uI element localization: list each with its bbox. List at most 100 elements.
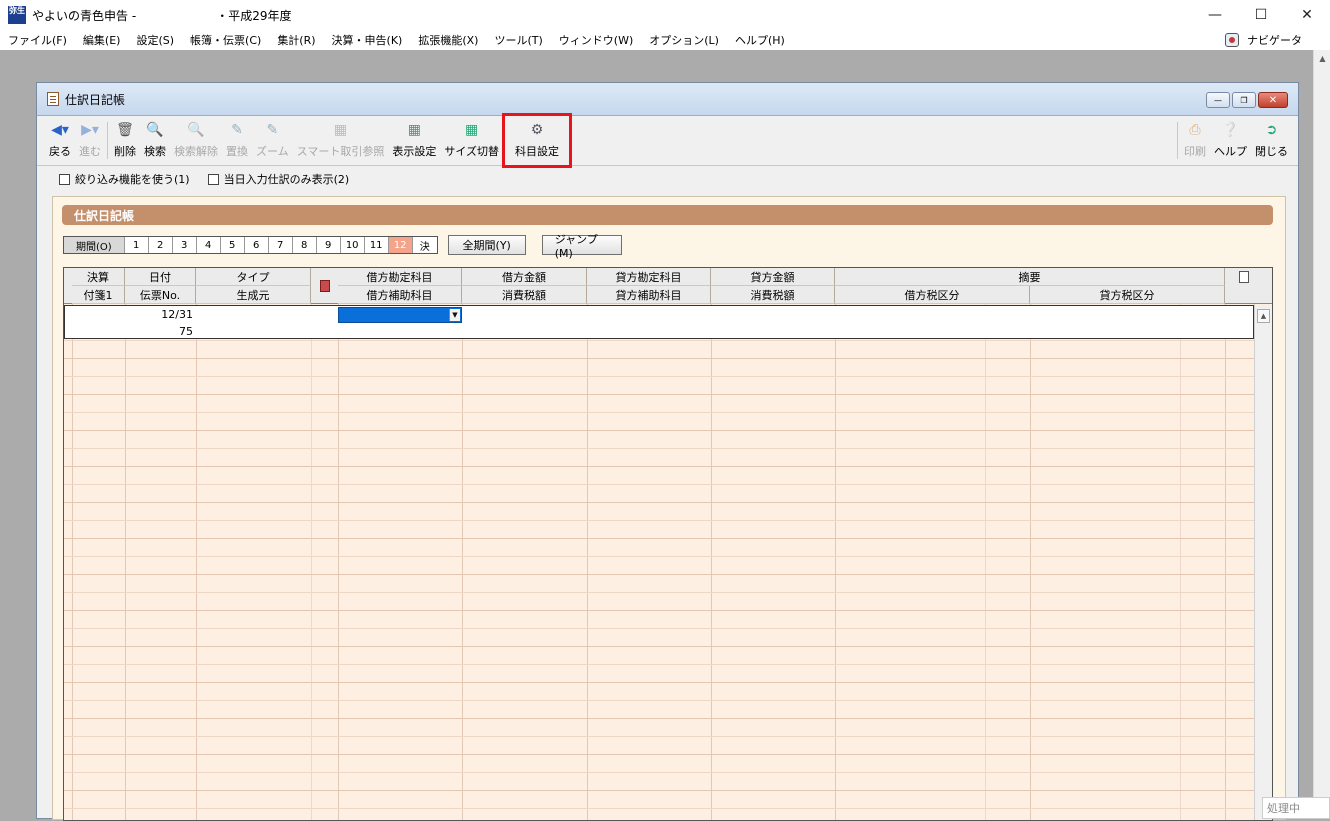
journal-restore-button[interactable]: ❐ xyxy=(1232,92,1256,108)
grid-row-line xyxy=(64,466,1254,467)
size-toggle-button[interactable]: ▦ サイズ切替 xyxy=(440,116,503,165)
journal-window-title: 仕訳日記帳 xyxy=(65,92,126,107)
navigator-button[interactable]: ナビゲータ xyxy=(1225,31,1302,49)
window-title: やよいの青色申告 - ・平成29年度 xyxy=(32,8,292,23)
period-closing[interactable]: 決 xyxy=(413,237,437,253)
minimize-button[interactable]: — xyxy=(1192,0,1238,30)
all-period-button[interactable]: 全期間(Y) xyxy=(447,235,526,255)
close-journal-button[interactable]: ➲ 閉じる xyxy=(1251,116,1292,165)
navigator-icon xyxy=(1225,33,1239,47)
menu-tools[interactable]: ツール(T) xyxy=(486,32,550,48)
back-button[interactable]: ◀▾ 戻る xyxy=(45,116,75,165)
grid-row-line xyxy=(64,358,1254,359)
grid-column-line xyxy=(1030,304,1031,820)
help-button[interactable]: ❔ ヘルプ xyxy=(1210,116,1251,165)
journal-title-bar: 仕訳日記帳 — ❐ ✕ xyxy=(37,83,1298,116)
print-button[interactable]: ⎙ 印刷 xyxy=(1180,116,1210,165)
status-indicator: 処理中 xyxy=(1262,797,1330,819)
period-8[interactable]: 8 xyxy=(293,237,317,253)
header-date: 日付 xyxy=(125,268,196,286)
smart-transaction-button[interactable]: ▦ スマート取引参照 xyxy=(293,116,389,165)
grid-row-line xyxy=(64,430,1254,431)
account-settings-button[interactable]: ⚙ 科目設定 xyxy=(502,113,573,168)
account-settings-icon: ⚙ xyxy=(530,122,544,138)
filter-checkbox[interactable]: 絞り込み機能を使う(1) xyxy=(59,171,190,187)
debit-account-dropdown[interactable]: ▼ xyxy=(338,307,462,323)
menu-extensions[interactable]: 拡張機能(X) xyxy=(410,32,486,48)
grid-row-line xyxy=(64,592,1254,593)
search-button[interactable]: 🔍 検索 xyxy=(140,116,170,165)
scroll-up-icon[interactable]: ▲ xyxy=(1257,309,1270,323)
journal-close-button[interactable]: ✕ xyxy=(1258,92,1288,108)
grid-row-line xyxy=(64,520,1254,521)
journal-panel: 仕訳日記帳 期間(O) 1 2 3 4 5 6 7 8 9 10 11 12 決 xyxy=(52,196,1286,821)
period-4[interactable]: 4 xyxy=(197,237,221,253)
period-5[interactable]: 5 xyxy=(221,237,245,253)
options-row: 絞り込み機能を使う(1) 当日入力仕訳のみ表示(2) xyxy=(37,166,1298,192)
period-label[interactable]: 期間(O) xyxy=(64,237,125,253)
menu-edit[interactable]: 編集(E) xyxy=(75,32,129,48)
today-only-checkbox-box[interactable] xyxy=(207,173,219,185)
period-10[interactable]: 10 xyxy=(341,237,365,253)
journal-book-icon[interactable] xyxy=(320,280,330,292)
journal-minimize-button[interactable]: — xyxy=(1206,92,1230,108)
main-scrollbar[interactable]: ▲ xyxy=(1313,50,1330,819)
grid-column-line xyxy=(462,304,463,820)
selected-entry-row[interactable]: 12/31 75 ▼ xyxy=(64,305,1254,339)
period-12[interactable]: 12 xyxy=(388,237,413,253)
close-button[interactable]: ✕ xyxy=(1284,0,1330,30)
menu-help[interactable]: ヘルプ(H) xyxy=(727,32,793,48)
delete-button[interactable]: 🗑 削除 xyxy=(110,116,140,165)
grid-row-line xyxy=(64,376,1254,377)
forward-button[interactable]: ▶▾ 進む xyxy=(75,116,105,165)
panel-title: 仕訳日記帳 xyxy=(62,205,1273,225)
grid-row-line xyxy=(64,700,1254,701)
menu-totals[interactable]: 集計(R) xyxy=(269,32,323,48)
period-3[interactable]: 3 xyxy=(173,237,197,253)
header-debit-tax: 消費税額 xyxy=(462,286,587,304)
search-clear-icon: 🔍 xyxy=(187,122,205,138)
entry-slip-no[interactable]: 75 xyxy=(125,325,193,338)
toolbar-divider xyxy=(1177,122,1178,159)
zoom-button[interactable]: ✎ ズーム xyxy=(252,116,293,165)
search-clear-button[interactable]: 🔍 検索解除 xyxy=(170,116,222,165)
period-7[interactable]: 7 xyxy=(269,237,293,253)
menu-settings[interactable]: 設定(S) xyxy=(128,32,182,48)
header-credit-tax-class: 貸方税区分 xyxy=(1030,286,1225,304)
maximize-button[interactable]: ☐ xyxy=(1238,0,1284,30)
menu-options[interactable]: オプション(L) xyxy=(641,32,727,48)
filter-checkbox-box[interactable] xyxy=(59,173,70,185)
jump-button[interactable]: ジャンプ(M) xyxy=(541,233,622,260)
period-11[interactable]: 11 xyxy=(365,237,389,253)
grid-row-line xyxy=(64,448,1254,449)
grid-scrollbar[interactable]: ▲ xyxy=(1254,305,1272,820)
period-1[interactable]: 1 xyxy=(125,237,149,253)
header-credit-tax: 消費税額 xyxy=(711,286,835,304)
scroll-up-icon[interactable]: ▲ xyxy=(1314,50,1330,67)
replace-icon: ✎ xyxy=(231,122,243,138)
grid-row-line xyxy=(64,538,1254,539)
replace-button[interactable]: ✎ 置換 xyxy=(222,116,252,165)
entry-date[interactable]: 12/31 xyxy=(125,308,193,321)
memo-icon[interactable] xyxy=(1239,271,1249,283)
period-2[interactable]: 2 xyxy=(149,237,173,253)
display-settings-button[interactable]: ▦ 表示設定 xyxy=(388,116,440,165)
today-only-checkbox[interactable]: 当日入力仕訳のみ表示(2) xyxy=(207,171,349,187)
period-bar: 期間(O) 1 2 3 4 5 6 7 8 9 10 11 12 決 xyxy=(63,236,438,254)
chevron-down-icon[interactable]: ▼ xyxy=(449,309,460,321)
menu-books[interactable]: 帳簿・伝票(C) xyxy=(182,32,269,48)
header-credit-amount: 貸方金額 xyxy=(711,268,835,286)
header-credit-account: 貸方勘定科目 xyxy=(587,268,711,286)
period-9[interactable]: 9 xyxy=(317,237,341,253)
menu-window[interactable]: ウィンドウ(W) xyxy=(551,32,641,48)
menu-file[interactable]: ファイル(F) xyxy=(0,32,75,48)
grid-row-line xyxy=(64,556,1254,557)
grid-column-line xyxy=(1180,304,1181,820)
grid-column-line xyxy=(587,304,588,820)
header-closing: 決算 xyxy=(72,268,125,286)
menu-closing[interactable]: 決算・申告(K) xyxy=(324,32,411,48)
header-debit-sub-account: 借方補助科目 xyxy=(338,286,462,304)
journal-book-icon xyxy=(47,92,59,106)
grid-column-line xyxy=(338,304,339,820)
period-6[interactable]: 6 xyxy=(245,237,269,253)
